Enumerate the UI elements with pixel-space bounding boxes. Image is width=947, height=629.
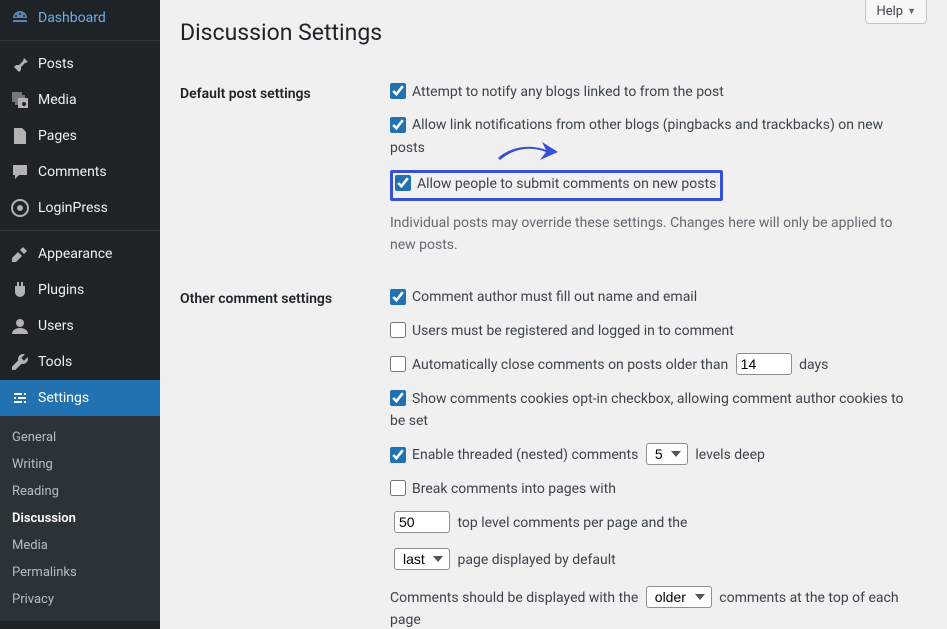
comment-icon [10,162,30,182]
paginate-comments-option[interactable]: Break comments into pages with [390,481,616,497]
sidebar-item-label: LoginPress [38,200,108,216]
require-name-email-checkbox[interactable] [390,289,406,305]
help-button[interactable]: Help [865,0,927,24]
section-heading-default: Default post settings [180,66,380,271]
sidebar-item-label: Media [38,92,77,108]
threaded-comments-checkbox[interactable] [390,447,406,463]
cookies-optin-checkbox[interactable] [390,390,406,406]
comments-per-page-label-mid: top level comments per page and the [457,515,687,531]
tools-icon [10,352,30,372]
appearance-icon [10,244,30,264]
threaded-comments-label-pre: Enable threaded (nested) comments [412,447,638,463]
sidebar-item-label: Pages [38,128,77,144]
sidebar-item-settings[interactable]: Settings [0,380,160,416]
sidebar-item-tools[interactable]: Tools [0,344,160,380]
auto-close-option[interactable]: Automatically close comments on posts ol… [390,357,728,373]
sidebar-item-posts[interactable]: Posts [0,46,160,82]
pin-icon [10,54,30,74]
sidebar-item-label: Settings [38,390,89,406]
users-icon [10,316,30,336]
sidebar-item-label: Plugins [38,282,84,298]
comments-per-page-input[interactable] [394,511,450,533]
content-area: Help Discussion Settings Default post se… [160,0,947,629]
allow-pingbacks-option[interactable]: Allow link notifications from other blog… [390,117,883,155]
paginate-comments-label: Break comments into pages with [412,481,616,497]
admin-sidebar: Dashboard Posts Media Pages Comments Log… [0,0,160,629]
allow-pingbacks-label: Allow link notifications from other blog… [390,117,883,155]
sidebar-item-label: Tools [38,354,72,370]
media-icon [10,90,30,110]
require-registration-checkbox[interactable] [390,322,406,338]
submenu-item-permalinks[interactable]: Permalinks [0,559,160,586]
cookies-optin-option[interactable]: Show comments cookies opt-in checkbox, a… [390,391,904,429]
sidebar-item-plugins[interactable]: Plugins [0,272,160,308]
default-post-description: Individual posts may override these sett… [390,212,917,257]
dashboard-icon [10,8,30,28]
sidebar-item-appearance[interactable]: Appearance [0,236,160,272]
submenu-item-writing[interactable]: Writing [0,451,160,478]
threaded-comments-option[interactable]: Enable threaded (nested) comments [390,447,638,463]
require-registration-label: Users must be registered and logged in t… [412,323,734,339]
sidebar-item-loginpress[interactable]: LoginPress [0,190,160,226]
require-name-email-label: Comment author must fill out name and em… [412,289,697,305]
sidebar-item-label: Users [38,318,74,334]
allow-comments-checkbox[interactable] [395,175,411,191]
allow-comments-option[interactable]: Allow people to submit comments on new p… [395,176,716,192]
sidebar-item-comments[interactable]: Comments [0,154,160,190]
loginpress-icon [10,198,30,218]
threaded-comments-label-post: levels deep [695,447,765,463]
paginate-comments-checkbox[interactable] [390,480,406,496]
help-button-label: Help [876,4,903,19]
sidebar-item-label: Appearance [38,246,112,262]
sidebar-item-dashboard[interactable]: Dashboard [0,0,160,36]
default-page-select[interactable]: last [394,548,450,570]
allow-pingbacks-checkbox[interactable] [390,117,406,133]
comment-order-select[interactable]: older [646,586,712,608]
thread-depth-select[interactable]: 5 [646,443,688,465]
submenu-item-general[interactable]: General [0,424,160,451]
auto-close-label-post: days [799,357,828,373]
allow-comments-label: Allow people to submit comments on new p… [417,176,716,192]
plugin-icon [10,280,30,300]
submenu-item-privacy[interactable]: Privacy [0,586,160,613]
cookies-optin-label: Show comments cookies opt-in checkbox, a… [390,391,904,429]
sidebar-item-label: Dashboard [38,10,106,26]
sidebar-item-label: Comments [38,164,107,180]
sidebar-item-users[interactable]: Users [0,308,160,344]
menu-separator [0,226,160,231]
auto-close-days-input[interactable] [736,353,792,375]
menu-separator [0,36,160,41]
settings-submenu: General Writing Reading Discussion Media… [0,416,160,621]
sidebar-item-pages[interactable]: Pages [0,118,160,154]
settings-form: Default post settings Attempt to notify … [180,66,927,629]
notify-blogs-checkbox[interactable] [390,83,406,99]
pages-icon [10,126,30,146]
page-title: Discussion Settings [180,10,927,66]
require-name-email-option[interactable]: Comment author must fill out name and em… [390,289,697,305]
sidebar-item-media[interactable]: Media [0,82,160,118]
section-heading-other: Other comment settings [180,271,380,629]
default-page-label-post: page displayed by default [457,552,615,568]
submenu-item-discussion[interactable]: Discussion [0,505,160,532]
comment-order-label-pre: Comments should be displayed with the [390,590,638,606]
highlighted-option: Allow people to submit comments on new p… [390,170,723,200]
require-registration-option[interactable]: Users must be registered and logged in t… [390,323,734,339]
auto-close-label-pre: Automatically close comments on posts ol… [412,357,728,373]
sidebar-item-label: Posts [38,56,74,72]
notify-blogs-option[interactable]: Attempt to notify any blogs linked to fr… [390,84,724,100]
notify-blogs-label: Attempt to notify any blogs linked to fr… [412,84,724,100]
settings-icon [10,388,30,408]
submenu-item-reading[interactable]: Reading [0,478,160,505]
auto-close-checkbox[interactable] [390,356,406,372]
submenu-item-media[interactable]: Media [0,532,160,559]
